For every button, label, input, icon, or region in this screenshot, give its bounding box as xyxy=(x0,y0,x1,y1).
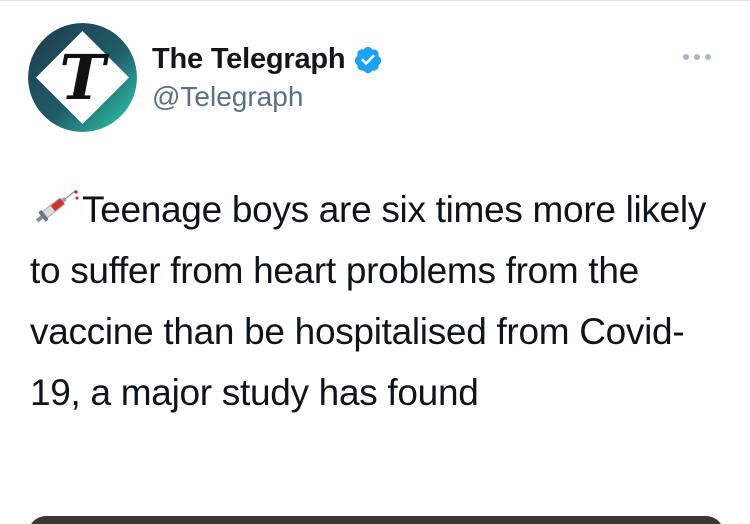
telegraph-logo-icon: T xyxy=(28,23,137,132)
svg-text:T: T xyxy=(59,41,109,114)
tweet-text: Teenage boys are six times more likely t… xyxy=(30,179,730,423)
author-avatar[interactable]: T xyxy=(28,23,137,132)
tweet-media-preview[interactable] xyxy=(28,516,724,524)
author-display-name[interactable]: The Telegraph xyxy=(152,43,346,76)
tweet-text-content: Teenage boys are six times more likely t… xyxy=(30,189,707,413)
tweet-card[interactable]: T The Telegraph @Telegraph Teenage boys … xyxy=(0,0,750,524)
syringe-icon xyxy=(35,190,79,223)
verified-badge-icon xyxy=(355,46,382,73)
author-handle[interactable]: @Telegraph xyxy=(152,81,303,113)
more-options-icon[interactable] xyxy=(681,51,713,63)
author-name-row[interactable]: The Telegraph xyxy=(152,43,383,76)
